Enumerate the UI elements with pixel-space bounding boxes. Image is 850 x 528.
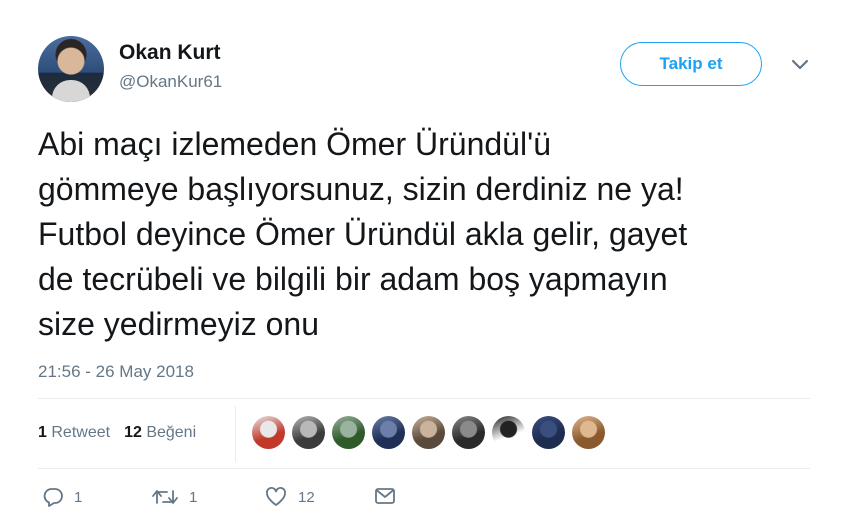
tweet-stats: 1 Retweet 12 Beğeni <box>38 424 196 442</box>
liker-avatar[interactable] <box>372 416 405 449</box>
reply-count: 1 <box>74 488 83 506</box>
user-handle[interactable]: @OkanKur61 <box>119 72 222 92</box>
like-stat-label: Beğeni <box>146 424 197 441</box>
tweet-text: Abi maçı izlemeden Ömer Üründül'ü gömmey… <box>38 126 688 342</box>
divider-top <box>38 398 810 399</box>
retweet-stat[interactable]: 1 Retweet <box>38 424 110 442</box>
tweet-timestamp[interactable]: 21:56 - 26 May 2018 <box>38 362 194 382</box>
follow-button[interactable]: Takip et <box>620 42 762 86</box>
liker-avatar[interactable] <box>452 416 485 449</box>
like-button[interactable]: 12 <box>264 486 315 508</box>
chevron-down-icon[interactable] <box>790 58 810 72</box>
liker-avatar[interactable] <box>532 416 565 449</box>
retweet-action-count: 1 <box>189 488 198 506</box>
liker-avatar[interactable] <box>292 416 325 449</box>
liker-avatar[interactable] <box>412 416 445 449</box>
stats-separator <box>235 406 236 462</box>
liker-avatar[interactable] <box>572 416 605 449</box>
retweet-icon <box>152 490 178 504</box>
like-action-count: 12 <box>298 488 315 506</box>
liker-avatar[interactable] <box>252 416 285 449</box>
direct-message-button[interactable] <box>374 486 396 506</box>
retweet-stat-count: 1 <box>38 424 47 441</box>
liker-avatar[interactable] <box>332 416 365 449</box>
reply-button[interactable]: 1 <box>42 486 82 508</box>
reply-icon <box>43 488 63 507</box>
retweet-stat-label: Retweet <box>51 424 111 441</box>
like-stat-count: 12 <box>124 424 142 441</box>
heart-icon <box>266 487 286 506</box>
like-stat[interactable]: 12 Beğeni <box>124 424 196 442</box>
envelope-icon <box>375 488 395 504</box>
avatar-shirt <box>52 80 90 102</box>
liker-avatar[interactable] <box>492 416 525 449</box>
retweet-button[interactable]: 1 <box>151 486 197 508</box>
liker-avatars <box>252 416 605 449</box>
user-name[interactable]: Okan Kurt <box>119 41 221 65</box>
divider-bottom <box>38 468 810 469</box>
profile-avatar[interactable] <box>38 36 104 102</box>
